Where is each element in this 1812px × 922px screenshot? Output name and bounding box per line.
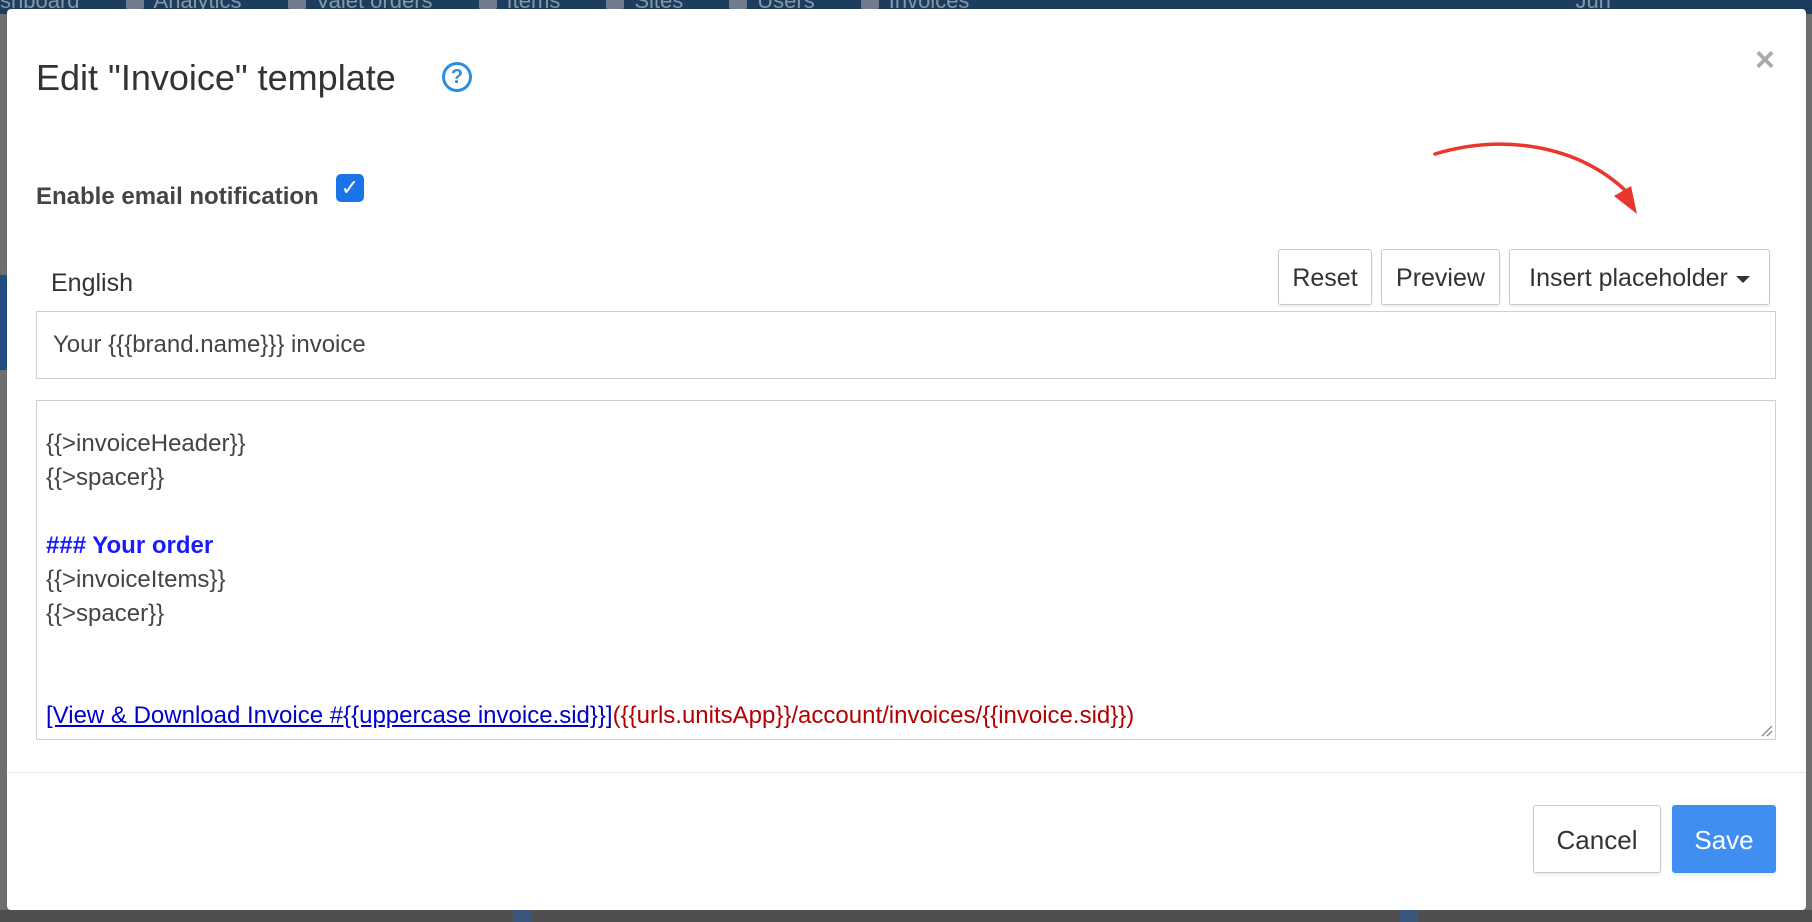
preview-button[interactable]: Preview [1381,249,1500,305]
editor-link-line: [View & Download Invoice #{{uppercase in… [46,699,1775,733]
enable-notification-checkbox[interactable]: ✓ [336,174,364,202]
invoice-link-url: ({{urls.unitsApp}}/account/invoices/{{in… [612,702,1135,729]
caret-down-icon [1735,275,1750,283]
red-arrow-icon [1433,142,1637,214]
background-bottom-strip [0,910,1812,922]
editor-line: {{>invoiceItems}} [46,566,226,593]
editor-heading-line: ### Your order [46,532,214,559]
insert-placeholder-label: Insert placeholder [1529,264,1728,292]
edit-template-modal: Edit "Invoice" template ? × Enable email… [7,9,1806,910]
editor-line: {{>spacer}} [46,464,165,491]
invoice-link-text: [View & Download Invoice #{{uppercase in… [46,702,613,729]
tab-english[interactable]: English [36,247,147,319]
insert-placeholder-button[interactable]: Insert placeholder [1509,249,1770,305]
close-icon[interactable]: × [1755,43,1775,77]
checkmark-icon: ✓ [340,175,360,200]
resize-handle-icon[interactable] [1759,723,1773,737]
save-button[interactable]: Save [1672,805,1776,873]
question-circle-icon[interactable]: ? [442,62,472,92]
template-body-editor[interactable]: {{>invoiceHeader}} {{>spacer}} ### Your … [36,400,1776,740]
enable-notification-label: Enable email notification [36,183,319,210]
subject-input[interactable]: Your {{{brand.name}}} invoice [36,311,1776,379]
reset-button[interactable]: Reset [1278,249,1372,305]
editor-line: {{>spacer}} [46,600,165,627]
editor-line: {{>invoiceHeader}} [46,430,246,457]
footer-divider [7,772,1806,773]
cancel-button[interactable]: Cancel [1533,805,1661,873]
modal-title: Edit "Invoice" template [36,57,396,98]
